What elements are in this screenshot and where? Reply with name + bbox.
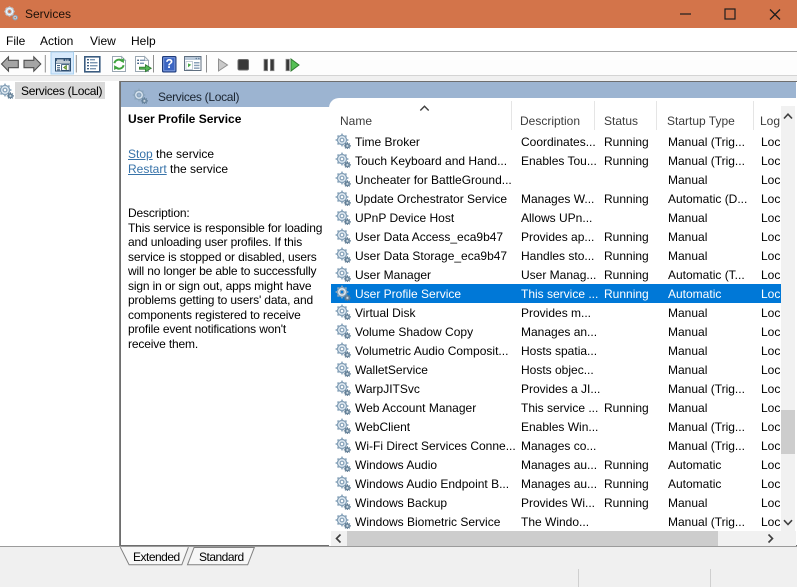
- svg-text:?: ?: [165, 57, 173, 71]
